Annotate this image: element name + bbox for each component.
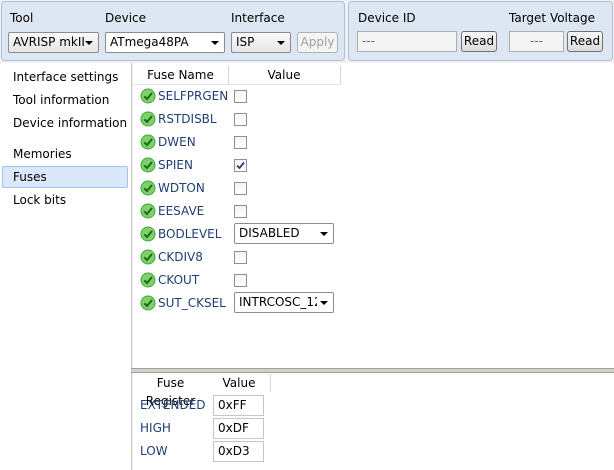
chevron-down-icon [211,41,219,45]
fuse-name: CKOUT [158,273,200,287]
fuse-name: RSTDISBL [158,112,217,126]
sidebar-item-label: Tool information [13,93,110,107]
fuse-name: DWEN [158,135,196,149]
interface-select-value: ISP [236,35,255,49]
check-circle-icon [140,249,156,265]
tool-select-value: AVRISP mkII [13,35,85,49]
sidebar-item-lock-bits[interactable]: Lock bits [2,189,128,211]
header-divider [133,84,341,85]
fuse-select[interactable]: DISABLED [234,223,334,244]
check-circle-icon [140,111,156,127]
read-target-voltage-button[interactable]: Read [567,31,603,52]
fuse-register-column-header[interactable]: Fuse Register [133,374,209,408]
check-circle-icon [140,203,156,219]
fuse-name: SUT_CKSEL [158,296,226,310]
fuse-name: BODLEVEL [158,227,222,241]
target-voltage-label: Target Voltage [509,11,595,25]
sidebar-item-label: Lock bits [13,193,67,207]
register-value-column-header[interactable]: Value [208,374,271,392]
fuse-name: SPIEN [158,158,193,172]
fuse-name: EESAVE [158,204,205,218]
fuse-select-value: DISABLED [239,226,300,240]
chevron-down-icon [85,41,93,45]
target-voltage-field: --- [509,31,564,52]
register-value-field[interactable]: 0xD3 [213,441,264,462]
fuse-grid: Fuse Name Value SELFPRGEN RSTDISBL DWEN SPI… [133,63,614,368]
check-circle-icon [140,295,156,311]
register-value-field[interactable]: 0xDF [213,418,264,439]
fuse-checkbox[interactable] [234,136,247,149]
fuse-checkbox[interactable] [234,182,247,195]
device-id-label: Device ID [358,11,416,25]
fuse-name: WDTON [158,181,205,195]
tool-select[interactable]: AVRISP mkII [8,32,99,53]
device-select-value: ATmega48PA [110,35,189,49]
fuse-name: SELFPRGEN [158,89,229,103]
sidebar-item-label: Fuses [13,170,47,184]
fuse-value-column-header[interactable]: Value [228,66,341,84]
fuse-name: CKDIV8 [158,250,203,264]
interface-label: Interface [231,11,285,25]
interface-select[interactable]: ISP [231,32,291,53]
read-device-id-button[interactable]: Read [461,31,497,52]
fuse-select-value: INTRCOSC_12 [239,295,317,309]
chevron-down-icon [320,301,328,305]
check-circle-icon [140,180,156,196]
checkmark-icon [236,161,245,170]
fuse-checkbox[interactable] [234,251,247,264]
chevron-down-icon [320,232,328,236]
check-circle-icon [140,157,156,173]
apply-button[interactable]: Apply [297,32,338,53]
sidebar-item-label: Interface settings [13,70,119,84]
register-name: LOW [140,444,168,458]
check-circle-icon [140,226,156,242]
sidebar-item-interface-settings[interactable]: Interface settings [2,66,128,88]
fuse-checkbox[interactable] [234,274,247,287]
fuse-checkbox[interactable] [234,90,247,103]
device-select[interactable]: ATmega48PA [105,32,225,53]
sidebar-item-device-information[interactable]: Device information [2,112,128,134]
fuse-checkbox[interactable] [234,159,247,172]
sidebar-nav: Interface settings Tool information Devi… [0,63,132,470]
sidebar-item-memories[interactable]: Memories [2,143,128,165]
check-circle-icon [140,272,156,288]
fuse-name-column-header[interactable]: Fuse Name [133,66,229,84]
sidebar-item-label: Device information [13,116,128,130]
fuse-checkbox[interactable] [234,113,247,126]
sidebar-item-fuses[interactable]: Fuses [2,166,128,188]
chevron-down-icon [277,41,285,45]
fuse-checkbox[interactable] [234,205,247,218]
device-label: Device [105,11,147,25]
sidebar-item-tool-information[interactable]: Tool information [2,89,128,111]
fuse-select[interactable]: INTRCOSC_12 [234,292,334,313]
device-id-field: --- [357,31,457,52]
sidebar-item-label: Memories [13,147,72,161]
check-circle-icon [140,88,156,104]
register-value-field[interactable]: 0xFF [213,395,264,416]
fuse-register-grid: Fuse Register Value EXTENDED 0xFF HIGH 0xDF… [133,373,614,470]
check-circle-icon [140,134,156,150]
register-name: EXTENDED [140,398,206,412]
tool-label: Tool [10,11,34,25]
register-name: HIGH [140,421,171,435]
